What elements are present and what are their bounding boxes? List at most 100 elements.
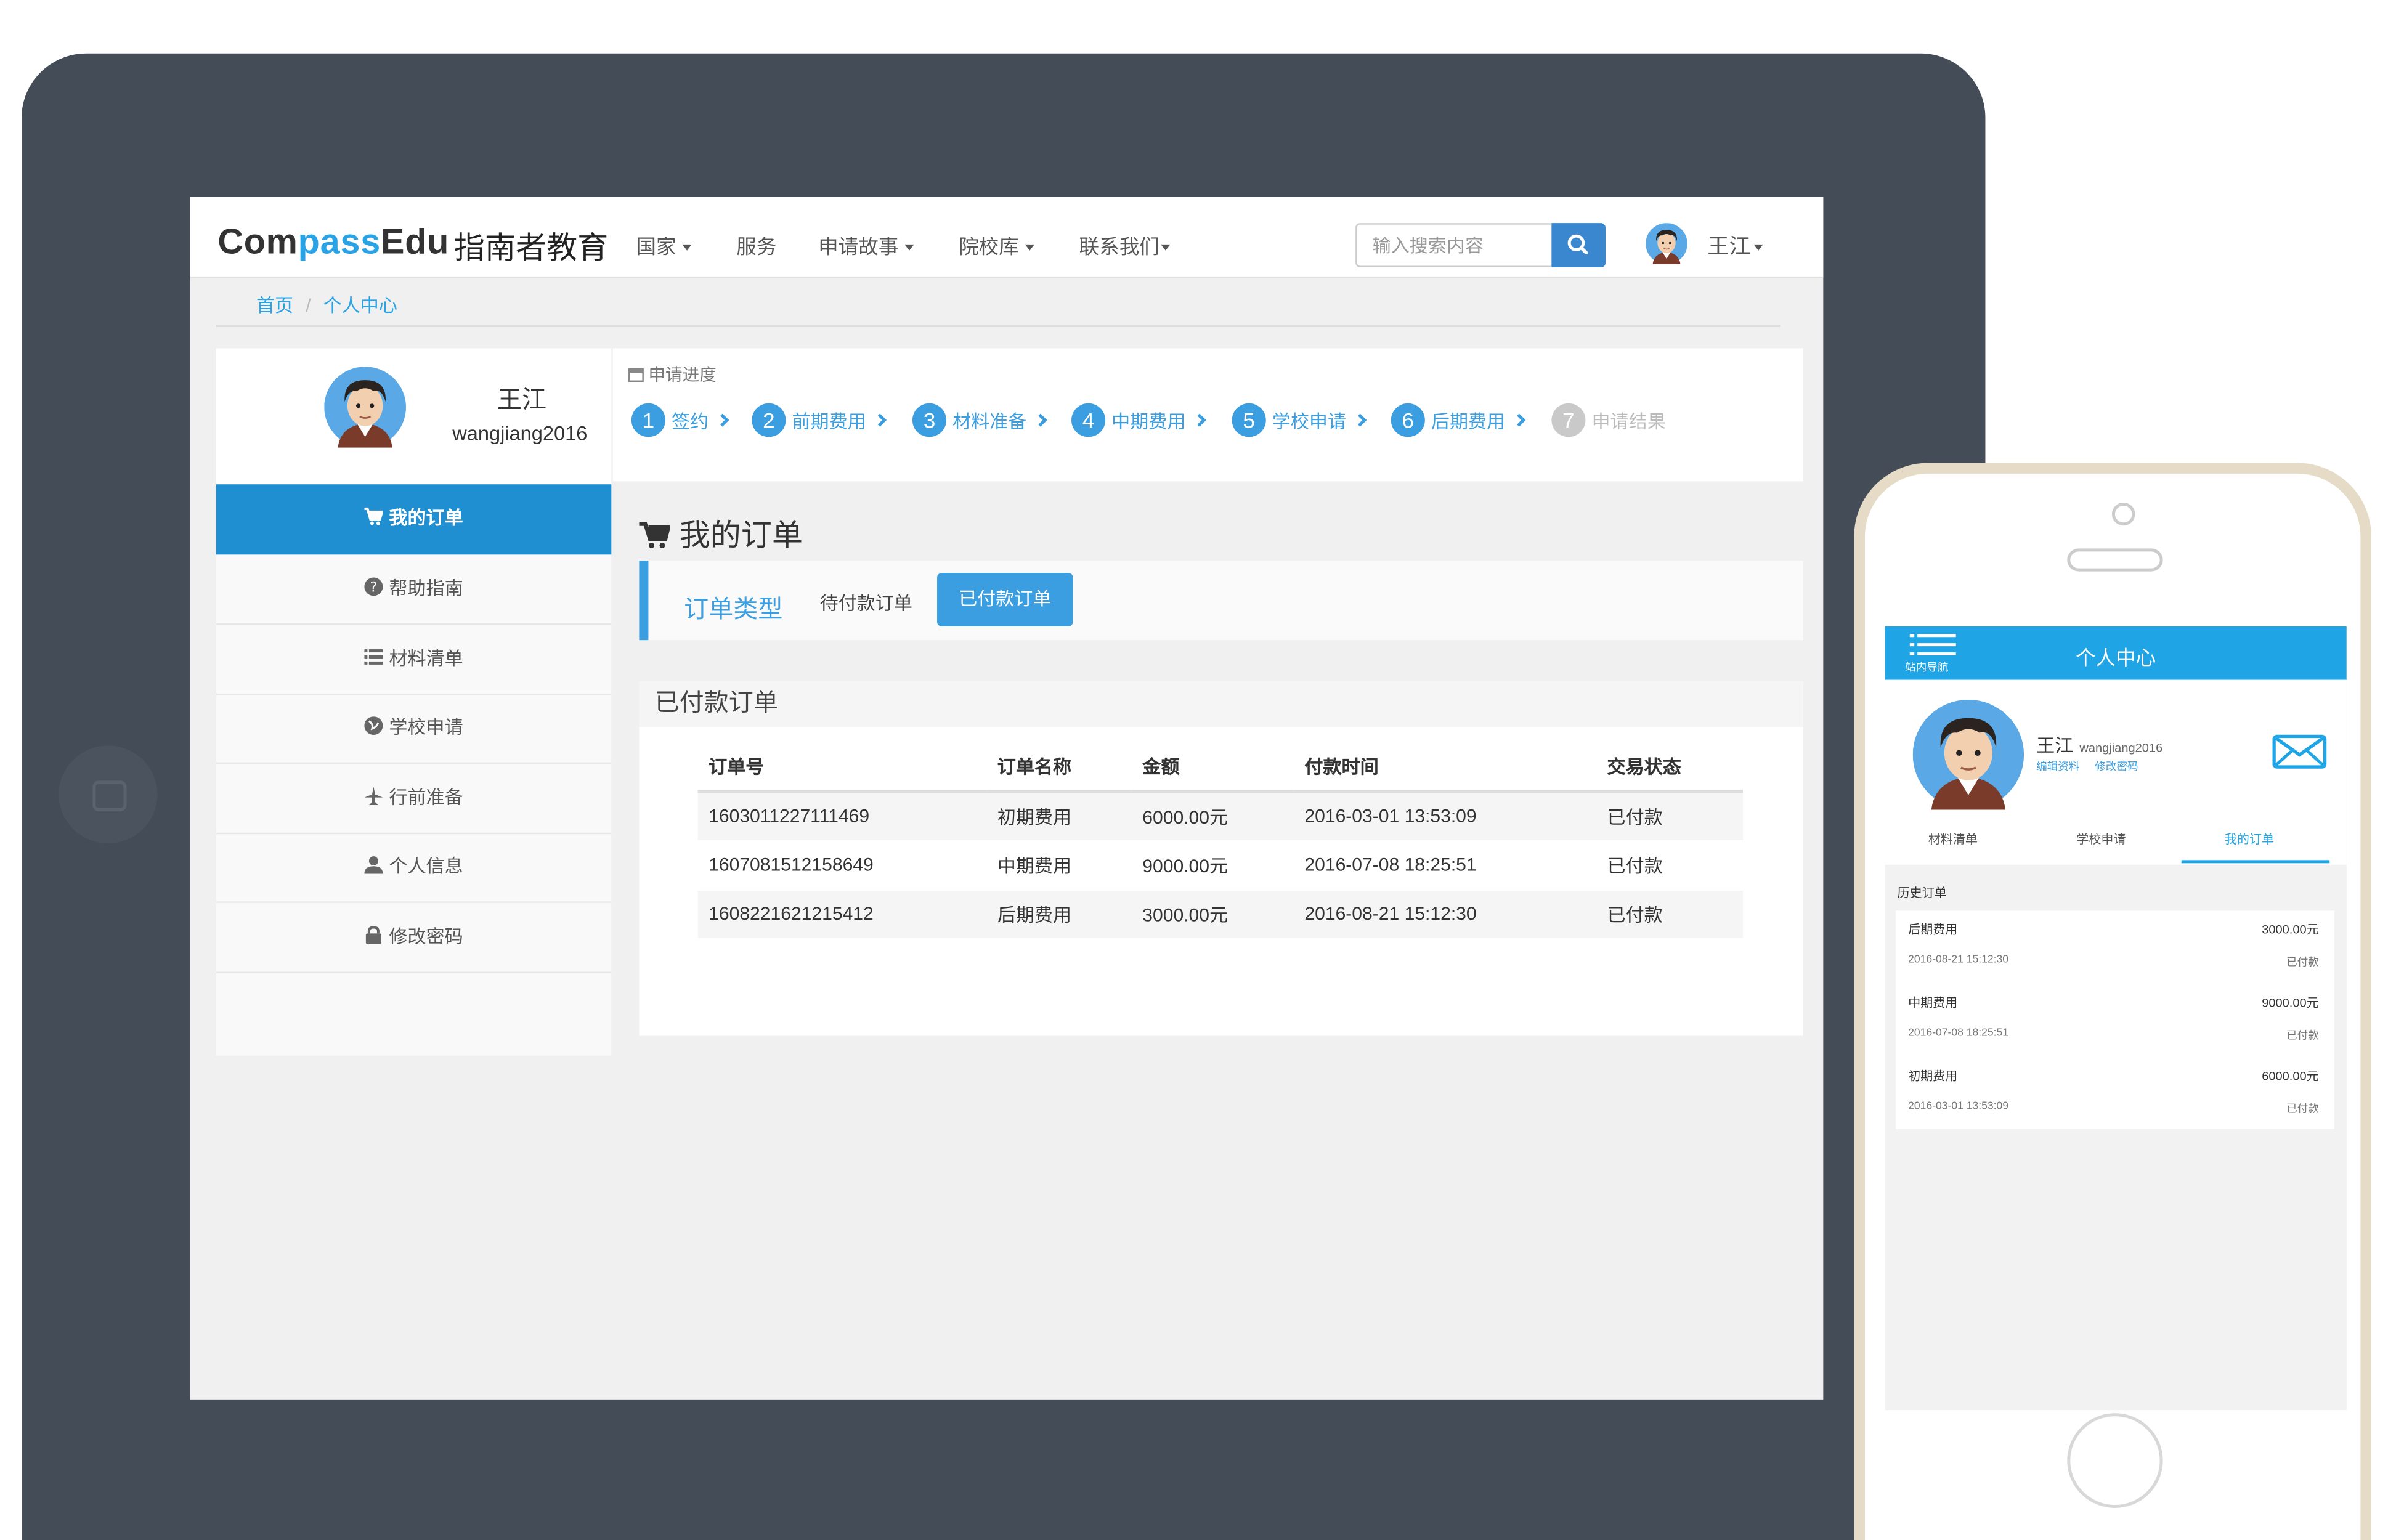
user-menu[interactable]: 王江 [1707,231,1763,262]
avatar[interactable] [1646,223,1687,265]
question-circle-icon: ? [364,577,383,596]
order-type-filter: 订单类型 待付款订单 已付款订单 [639,561,1803,641]
cart-icon [639,522,672,548]
search-icon [1567,234,1588,255]
column-header: 付款时间 [1293,742,1596,793]
search-input[interactable] [1355,223,1552,268]
sidebar-item-personal-info[interactable]: 个人信息 [216,833,612,903]
chevron-right-icon [1193,414,1206,428]
sidebar-item-pre-departure[interactable]: 行前准备 [216,764,612,835]
active-tab-indicator [2181,860,2330,864]
column-header: 交易状态 [1596,742,1744,793]
chevron-right-icon [873,414,887,428]
progress-title: 申请进度 [628,362,717,387]
profile-username: wangjiang2016 [452,421,588,445]
list-item[interactable]: 初期费用 6000.00元 2016-03-01 13:53:09 已付款 [1896,1057,2334,1130]
sidebar-item-change-password[interactable]: 修改密码 [216,903,612,973]
mobile-title: 个人中心 [2076,646,2156,670]
chevron-down-icon [682,244,692,251]
order-status: 已付款 [1596,791,1744,841]
list-item[interactable]: 后期费用 3000.00元 2016-08-21 15:12:30 已付款 [1896,910,2334,984]
progress-step-6[interactable]: 6 后期费用 [1391,403,1526,440]
sidebar-menu: 我的订单 ? 帮助指南 材料清单 学校申请 行前准备 个人信息 修改密码 [216,484,612,1056]
tablet-home-square-icon [92,780,127,811]
order-number: 1603011227111469 [697,791,987,841]
chevron-down-icon [1753,244,1763,251]
top-navbar: CompassEdu 指南者教育 国家 服务 申请故事 院校库 联系我们 王江 [190,197,1824,278]
change-password-link[interactable]: 修改密码 [2095,763,2138,773]
filter-pending-button[interactable]: 待付款订单 [820,590,912,615]
progress-step-3[interactable]: 3 材料准备 [912,403,1047,440]
nav-item-countries[interactable]: 国家 [636,231,692,260]
order-time: 2016-07-08 18:25:51 [1293,840,1596,890]
order-amount: 3000.00元 [1131,889,1294,939]
phone-camera [2111,502,2135,526]
mobile-tab-my-orders[interactable]: 我的订单 [2225,831,2274,848]
chevron-right-icon [1354,414,1367,428]
filter-paid-button[interactable]: 已付款订单 [937,573,1073,626]
sidebar-item-help[interactable]: ? 帮助指南 [216,554,612,625]
order-name: 初期费用 [986,791,1132,841]
list-item[interactable]: 中期费用 9000.00元 2016-07-08 18:25:51 已付款 [1896,984,2334,1057]
progress-step-7[interactable]: 7 申请结果 [1551,403,1666,440]
table-row[interactable]: 1608221621215412 后期费用 3000.00元 2016-08-2… [697,889,1744,939]
column-header: 订单号 [697,742,987,793]
order-number: 1608221621215412 [697,889,987,939]
breadcrumb-home[interactable]: 首页 [256,295,293,317]
order-time: 2016-03-01 13:53:09 [1293,791,1596,841]
order-number: 1607081512158649 [697,840,987,890]
nav-item-stories[interactable]: 申请故事 [818,231,914,260]
phone-speaker [2067,548,2163,572]
search-button[interactable] [1551,223,1606,268]
logo[interactable]: CompassEdu [217,222,449,263]
chevron-right-icon [716,414,729,428]
panel-title: 已付款订单 [639,681,1803,727]
progress-step-5[interactable]: 5 学校申请 [1232,403,1367,440]
showcase-stage: CompassEdu 指南者教育 国家 服务 申请故事 院校库 联系我们 王江 … [0,0,2396,1540]
mail-icon[interactable] [2272,733,2327,770]
filter-label: 订单类型 [684,597,783,623]
chevron-right-icon [1034,414,1047,428]
breadcrumb-current[interactable]: 个人中心 [323,295,397,317]
progress-step-2[interactable]: 2 前期费用 [752,403,887,440]
column-header: 金额 [1131,742,1294,793]
chevron-down-icon [904,244,914,251]
profile-card: 王江 wangjiang2016 [216,348,612,485]
application-progress: 申请进度 1 签约 2 前期费用 3 材料准备 4 中期费用 5 学校申请 6 后期费用 7… [612,348,1803,482]
logo-chinese-name[interactable]: 指南者教育 [454,223,609,267]
progress-step-4[interactable]: 4 中期费用 [1071,403,1206,440]
sidebar-item-materials[interactable]: 材料清单 [216,625,612,695]
avatar [324,367,407,448]
page-title: 我的订单 [639,510,803,554]
nav-item-contact[interactable]: 联系我们 [1079,231,1171,260]
progress-step-1[interactable]: 1 签约 [631,403,729,440]
phone-home-button[interactable] [2067,1413,2163,1508]
lock-icon [365,926,381,944]
mobile-profile-links: 编辑资料 修改密码 [2036,760,2138,775]
table-row[interactable]: 1607081512158649 中期费用 9000.00元 2016-07-0… [697,840,1744,890]
breadcrumb: 首页 / 个人中心 [256,294,397,317]
calendar-icon [628,368,644,383]
order-time: 2016-08-21 15:12:30 [1293,889,1596,939]
table-header-row: 订单号 订单名称 金额 付款时间 交易状态 [697,742,1744,793]
order-amount: 9000.00元 [1131,840,1294,890]
table-row[interactable]: 1603011227111469 初期费用 6000.00元 2016-03-0… [697,791,1744,841]
column-header: 订单名称 [986,742,1132,793]
phone-frame: 站内导航 个人中心 王江 wangjiang2016 编辑资料 修改密码 材料清单 … [1854,463,2371,1540]
paid-orders-panel: 已付款订单 订单号 订单名称 金额 付款时间 交易状态 160301122711… [639,681,1803,1036]
order-name: 后期费用 [986,889,1132,939]
nav-item-services[interactable]: 服务 [736,231,776,260]
globe-icon [364,716,383,735]
sidebar-item-my-orders[interactable]: 我的订单 [216,484,612,555]
mobile-tab-materials[interactable]: 材料清单 [1928,831,1978,848]
cart-icon [364,507,383,525]
order-name: 中期费用 [986,840,1132,890]
sidebar-item-school-apply[interactable]: 学校申请 [216,694,612,764]
order-status: 已付款 [1596,840,1744,890]
nav-item-schools[interactable]: 院校库 [959,231,1034,260]
chevron-down-icon [1025,244,1034,251]
mobile-tab-school-apply[interactable]: 学校申请 [2076,831,2126,848]
order-status: 已付款 [1596,889,1744,939]
order-amount: 6000.00元 [1131,791,1294,841]
edit-profile-link[interactable]: 编辑资料 [2036,763,2079,773]
